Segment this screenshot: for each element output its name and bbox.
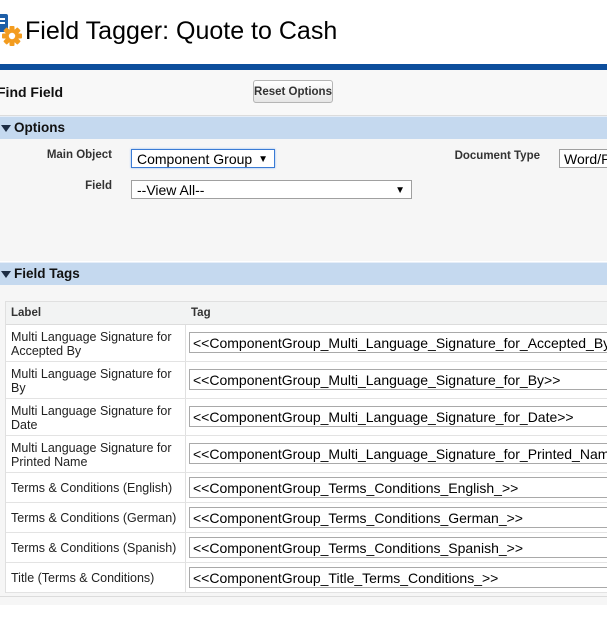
row-label: Multi Language Signature for Printed Nam… bbox=[11, 441, 172, 469]
field-tags-section-body: Label Tag Multi Language Signature for A… bbox=[0, 285, 607, 605]
page-bottom-divider bbox=[0, 596, 607, 597]
tag-field[interactable] bbox=[189, 332, 607, 353]
field-tagger-gear-icon bbox=[0, 14, 22, 46]
main-object-label: Main Object bbox=[46, 149, 112, 161]
row-label: Terms & Conditions (German) bbox=[11, 511, 177, 525]
table-row: Terms & Conditions (English) bbox=[6, 473, 607, 503]
collapse-triangle-icon[interactable] bbox=[1, 271, 11, 278]
row-label: Title (Terms & Conditions) bbox=[11, 571, 155, 585]
main-object-value: Component Group bbox=[137, 151, 253, 167]
row-label: Multi Language Signature for Date bbox=[11, 404, 172, 432]
field-select[interactable]: --View All-- ▼ bbox=[131, 180, 412, 199]
options-section-header[interactable]: Options bbox=[0, 116, 607, 139]
field-tags-section-title: Field Tags bbox=[14, 266, 80, 281]
row-label: Multi Language Signature for Accepted By bbox=[11, 330, 172, 358]
field-label: Field bbox=[85, 180, 112, 192]
row-label: Terms & Conditions (English) bbox=[11, 481, 173, 495]
column-header-tag: Tag bbox=[191, 307, 211, 319]
row-label: Multi Language Signature for By bbox=[11, 367, 172, 395]
document-type-select[interactable]: Word/P bbox=[559, 149, 607, 168]
reset-options-button[interactable]: Reset Options bbox=[253, 80, 333, 103]
field-tags-table: Label Tag Multi Language Signature for A… bbox=[5, 301, 607, 593]
table-row: Title (Terms & Conditions) bbox=[6, 563, 607, 593]
tag-field[interactable] bbox=[189, 567, 607, 588]
tag-field[interactable] bbox=[189, 537, 607, 558]
dropdown-arrow-icon: ▼ bbox=[258, 154, 268, 165]
tag-field[interactable] bbox=[189, 507, 607, 528]
table-row: Terms & Conditions (German) bbox=[6, 503, 607, 533]
tag-field[interactable] bbox=[189, 406, 607, 427]
options-section-title: Options bbox=[14, 120, 65, 135]
table-row: Terms & Conditions (Spanish) bbox=[6, 533, 607, 563]
table-row: Multi Language Signature for Printed Nam… bbox=[6, 436, 607, 473]
field-tags-section-header[interactable]: Field Tags bbox=[0, 262, 607, 285]
find-field-label: Find Field bbox=[0, 84, 64, 100]
document-type-value: Word/P bbox=[564, 151, 607, 167]
document-type-label: Document Type bbox=[454, 150, 540, 162]
options-section-body: Main Object Component Group ▼ Field --Vi… bbox=[0, 139, 607, 261]
dropdown-arrow-icon: ▼ bbox=[395, 185, 405, 196]
tag-field[interactable] bbox=[189, 477, 607, 498]
main-object-select[interactable]: Component Group ▼ bbox=[131, 149, 275, 168]
field-value: --View All-- bbox=[137, 182, 205, 198]
tag-field[interactable] bbox=[189, 369, 607, 390]
table-row: Multi Language Signature for Accepted By bbox=[6, 325, 607, 362]
table-row: Multi Language Signature for Date bbox=[6, 399, 607, 436]
page-title: Field Tagger: Quote to Cash bbox=[25, 17, 338, 45]
tag-field[interactable] bbox=[189, 443, 607, 464]
column-header-label: Label bbox=[11, 307, 42, 319]
row-label: Terms & Conditions (Spanish) bbox=[11, 541, 177, 555]
table-row: Multi Language Signature for By bbox=[6, 362, 607, 399]
collapse-triangle-icon[interactable] bbox=[1, 125, 11, 132]
table-header: Label Tag bbox=[6, 301, 607, 325]
find-field-section: Find Field Reset Options bbox=[0, 70, 607, 116]
page-header: Field Tagger: Quote to Cash bbox=[0, 0, 607, 64]
